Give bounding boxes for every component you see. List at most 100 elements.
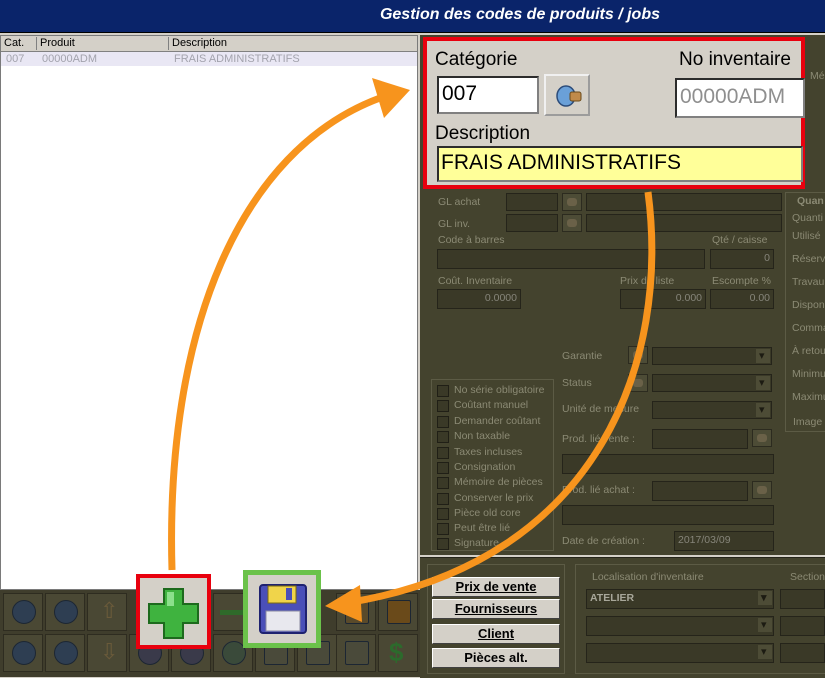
prix-de-vente-button[interactable]: Prix de vente: [432, 577, 560, 597]
save-button[interactable]: [243, 570, 321, 648]
section-field-2[interactable]: [780, 616, 825, 636]
first-record-button[interactable]: [3, 593, 43, 631]
gl-achat-field[interactable]: [506, 193, 558, 211]
localisation-select-3[interactable]: [586, 643, 774, 663]
checkbox-coutant-manuel[interactable]: [437, 400, 449, 412]
checkbox-label: Coûtant manuel: [454, 399, 529, 411]
checkbox-label: No série obligatoire: [454, 384, 545, 396]
gl-achat-lookup-button[interactable]: [562, 193, 582, 211]
button-label: Client: [477, 626, 515, 641]
escompte-field[interactable]: 0.00: [710, 289, 774, 309]
chevron-down-icon: [758, 644, 772, 660]
maximum-label: Maximu: [792, 391, 825, 403]
highlighted-product-header: Catégorie 007 No inventaire 00000ADM Des…: [423, 37, 805, 189]
prix-liste-field[interactable]: 0.000: [620, 289, 706, 309]
checkbox-demander-coutant[interactable]: [437, 416, 449, 428]
travaux-label: Travau: [792, 276, 825, 288]
next-record-button[interactable]: [45, 634, 85, 672]
gl-achat-desc-field: [586, 193, 782, 211]
prod-achat-desc-field: [562, 505, 774, 525]
categorie-label: Catégorie: [435, 49, 518, 70]
money-icon: [345, 641, 369, 665]
checkbox-consignation[interactable]: [437, 462, 449, 474]
gl-inv-desc-field: [586, 214, 782, 232]
checkbox-memoire-pieces[interactable]: [437, 477, 449, 489]
status-select[interactable]: [652, 374, 772, 392]
garantie-select[interactable]: [652, 347, 772, 365]
categorie-lookup-button[interactable]: [544, 74, 590, 116]
column-header-produit[interactable]: Produit: [37, 37, 169, 50]
column-header-description[interactable]: Description: [169, 37, 417, 50]
cout-inventaire-label: Coût. Inventaire: [438, 275, 513, 287]
misc-button-2[interactable]: [378, 593, 418, 631]
localisation-select[interactable]: ATELIER: [586, 589, 774, 609]
checkbox-non-taxable[interactable]: [437, 431, 449, 443]
lookup-icon: [556, 85, 582, 107]
gl-inv-field[interactable]: [506, 214, 558, 232]
prod-vente-field[interactable]: [652, 429, 748, 449]
prod-achat-lookup-button[interactable]: [752, 481, 772, 499]
previous-record-button[interactable]: [45, 593, 85, 631]
checkbox-taxes-incluses[interactable]: [437, 447, 449, 459]
garantie-label: Garantie: [562, 350, 603, 362]
code-barres-field[interactable]: [437, 249, 705, 269]
checkbox-signature[interactable]: [437, 538, 449, 550]
lookup-icon: [567, 219, 577, 227]
date-creation-label: Date de création :: [562, 535, 645, 547]
arrow-up-icon: [12, 600, 36, 624]
localisation-value: ATELIER: [590, 592, 635, 604]
unite-mesure-select[interactable]: [652, 401, 772, 419]
product-list[interactable]: Cat. Produit Description 007 00000ADM FR…: [0, 35, 418, 590]
localisation-select-2[interactable]: [586, 616, 774, 636]
move-up-button[interactable]: ⇧: [87, 593, 127, 631]
chevron-down-icon: [758, 590, 772, 606]
no-inventaire-label: No inventaire: [679, 49, 791, 70]
qte-caisse-label: Qté / caisse: [712, 234, 768, 246]
section-field-1[interactable]: [780, 589, 825, 609]
arrow-up-icon: ⇧: [100, 598, 119, 623]
prod-vente-label: Prod. lié vente :: [562, 433, 635, 445]
no-inventaire-input[interactable]: 00000ADM: [675, 78, 805, 118]
client-button[interactable]: Client: [432, 624, 560, 644]
chevron-down-icon: [756, 375, 770, 391]
qte-caisse-field[interactable]: 0: [710, 249, 774, 269]
checkbox-conserver-prix[interactable]: [437, 493, 449, 505]
status-lookup-button[interactable]: [628, 374, 648, 392]
row-cat: 007: [6, 53, 25, 65]
date-creation-field: 2017/03/09: [674, 531, 774, 551]
list-header: Cat. Produit Description: [1, 36, 417, 52]
pieces-alt-button[interactable]: Pièces alt.: [432, 648, 560, 668]
row-produit: 00000ADM: [42, 53, 98, 65]
minimum-label: Minimu: [792, 368, 825, 380]
prod-vente-lookup-button[interactable]: [752, 429, 772, 447]
escompte-label: Escompte %: [712, 275, 771, 287]
dollar-icon: $: [389, 637, 404, 667]
checkbox-peut-etre-lie[interactable]: [437, 523, 449, 535]
quantites-header: Quan: [797, 195, 824, 207]
move-down-button[interactable]: ⇩: [87, 634, 127, 672]
cout-inventaire-field[interactable]: 0.0000: [437, 289, 521, 309]
last-record-button[interactable]: [3, 634, 43, 672]
section-field-3[interactable]: [780, 643, 825, 663]
status-label: Status: [562, 377, 592, 389]
calc-button[interactable]: [336, 634, 376, 672]
button-label: Pièces alt.: [464, 650, 528, 665]
checkbox-piece-old-core[interactable]: [437, 508, 449, 520]
garantie-lookup-button[interactable]: [628, 346, 648, 364]
checkbox-no-serie[interactable]: [437, 385, 449, 397]
checkbox-label: Non taxable: [454, 430, 511, 442]
fournisseurs-button[interactable]: Fournisseurs: [432, 599, 560, 619]
gl-inv-lookup-button[interactable]: [562, 214, 582, 232]
add-button[interactable]: [136, 574, 211, 649]
button-label: Fournisseurs: [454, 601, 538, 616]
utilise-label: Utilisé: [792, 230, 821, 242]
reserve-label: Réserv: [792, 253, 825, 265]
price-button[interactable]: $: [378, 634, 418, 672]
lookup-icon: [633, 379, 643, 387]
misc-button-1[interactable]: [336, 593, 376, 631]
prod-achat-field[interactable]: [652, 481, 748, 501]
categorie-input[interactable]: 007: [437, 76, 539, 114]
description-input[interactable]: FRAIS ADMINISTRATIFS: [437, 146, 803, 182]
table-row[interactable]: 007 00000ADM FRAIS ADMINISTRATIFS: [1, 52, 417, 66]
column-header-cat[interactable]: Cat.: [1, 37, 37, 50]
